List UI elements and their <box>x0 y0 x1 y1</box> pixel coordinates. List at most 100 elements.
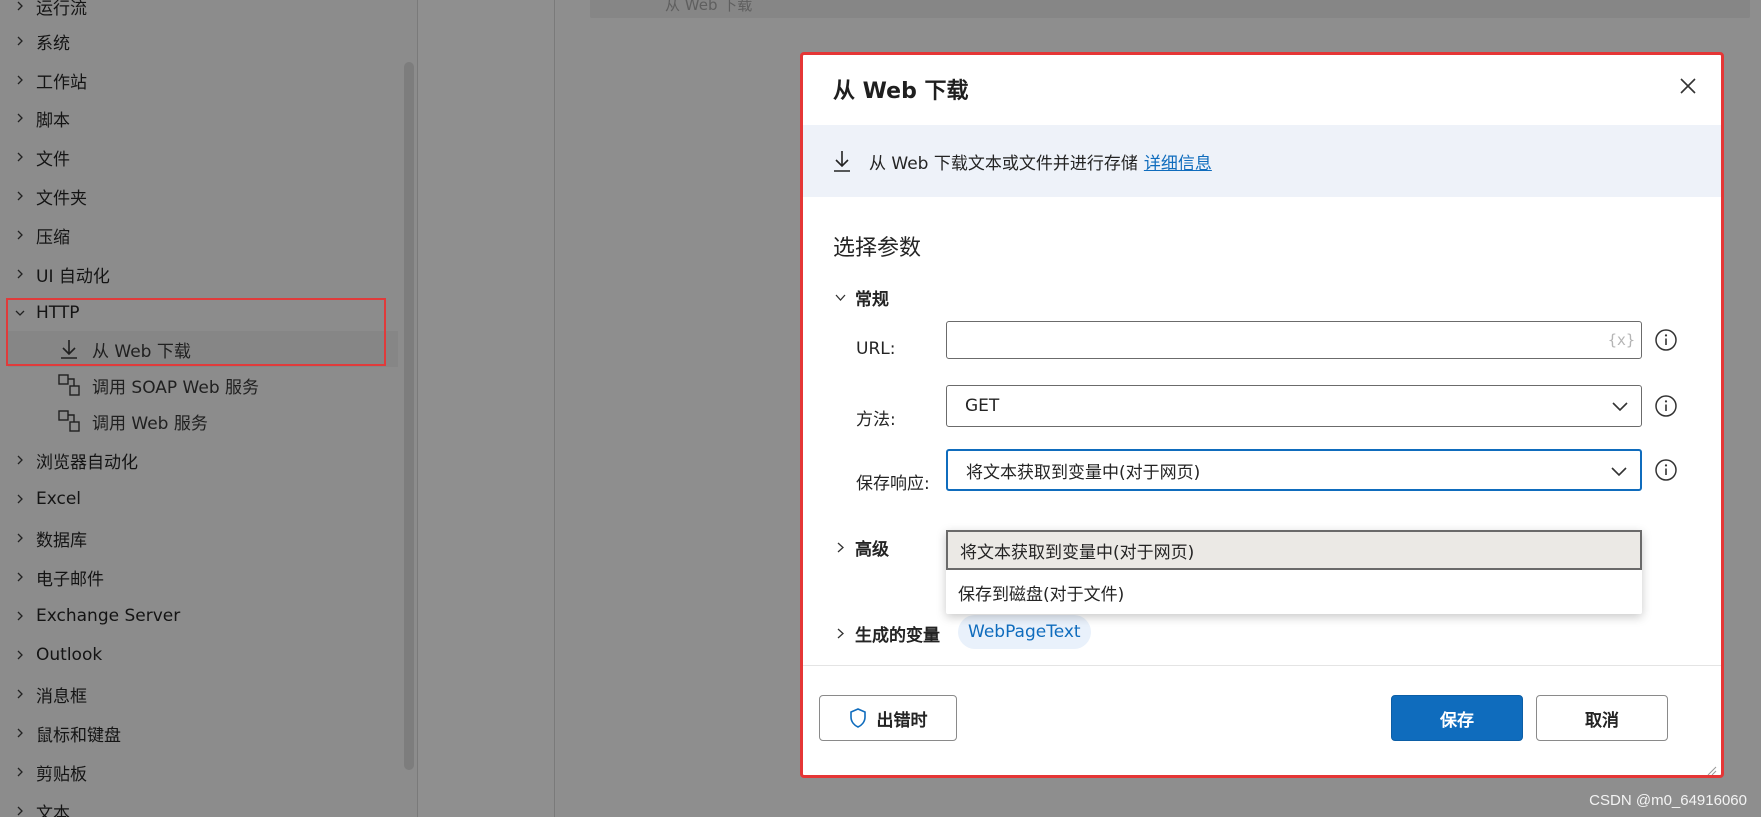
chevron-right-icon <box>12 113 28 123</box>
flow-step-label: 从 Web 下载 <box>665 0 753 14</box>
web-service-icon <box>56 408 82 434</box>
save-button[interactable]: 保存 <box>1391 695 1523 741</box>
chevron-right-icon <box>12 767 28 777</box>
download-icon <box>831 149 853 173</box>
tree-group-excel[interactable]: Excel <box>0 481 400 517</box>
on-error-button[interactable]: 出错时 <box>819 695 957 741</box>
tree-group-label: 运行流 <box>36 0 87 19</box>
tree-group-text[interactable]: 文本 <box>0 793 400 817</box>
section-title: 选择参数 <box>833 236 922 261</box>
tree-group-system[interactable]: 系统 <box>0 23 400 59</box>
chevron-right-icon <box>12 152 28 162</box>
tree-group-label: Exchange Server <box>36 606 181 626</box>
tree-group-email[interactable]: 电子邮件 <box>0 559 400 595</box>
info-icon[interactable] <box>1654 328 1678 352</box>
chevron-right-icon <box>12 533 28 543</box>
web-service-icon <box>56 372 82 398</box>
save-response-value: 将文本获取到变量中(对于网页) <box>966 462 1201 483</box>
chevron-right-icon <box>12 36 28 46</box>
tree-group-file[interactable]: 文件 <box>0 139 400 175</box>
tree-group-compression[interactable]: 压缩 <box>0 217 400 253</box>
tree-group-label: 消息框 <box>36 686 87 707</box>
chevron-right-icon <box>12 75 28 85</box>
tree-group-label: 系统 <box>36 33 70 54</box>
close-button[interactable] <box>1675 75 1701 101</box>
chevron-right-icon <box>12 1 28 11</box>
tree-group-clipboard[interactable]: 剪贴板 <box>0 754 400 790</box>
chevron-right-icon <box>12 572 28 582</box>
tree-group-label: 电子邮件 <box>36 569 104 590</box>
tree-group-label: 文本 <box>36 803 70 817</box>
action-label: 调用 Web 服务 <box>92 413 208 434</box>
tree-group-label: 浏览器自动化 <box>36 452 138 473</box>
tree-group-browser-automation[interactable]: 浏览器自动化 <box>0 442 400 478</box>
chevron-right-icon <box>12 689 28 699</box>
advanced-group-toggle[interactable]: 高级 <box>833 535 889 560</box>
watermark: CSDN @m0_64916060 <box>1589 792 1747 809</box>
save-response-dropdown[interactable]: 将文本获取到变量中(对于网页) <box>946 449 1642 491</box>
tree-group-label: 压缩 <box>36 227 70 248</box>
method-dropdown[interactable]: GET <box>946 385 1642 427</box>
info-bar: 从 Web 下载文本或文件并进行存储 详细信息 <box>803 125 1721 197</box>
tree-group-run-flow[interactable]: 运行流 <box>0 0 400 24</box>
cancel-button[interactable]: 取消 <box>1536 695 1668 741</box>
more-info-link[interactable]: 详细信息 <box>1144 149 1212 174</box>
flow-step-card[interactable] <box>590 0 1750 18</box>
tree-group-label: 剪贴板 <box>36 764 87 785</box>
tree-group-message-boxes[interactable]: 消息框 <box>0 676 400 712</box>
tree-group-label: 文件夹 <box>36 188 87 209</box>
chevron-right-icon <box>12 230 28 240</box>
variable-chip[interactable]: WebPageText <box>958 615 1091 649</box>
tree-group-label: 脚本 <box>36 110 70 131</box>
url-label: URL: <box>856 339 896 359</box>
tree-group-scripting[interactable]: 脚本 <box>0 100 400 136</box>
method-label: 方法: <box>856 410 896 430</box>
sidebar-scrollbar[interactable] <box>404 62 414 770</box>
chevron-right-icon <box>12 806 28 816</box>
dialog-title: 从 Web 下载 <box>833 79 969 104</box>
group-label: 常规 <box>855 290 889 310</box>
chevron-right-icon <box>833 542 847 553</box>
tree-group-label: 工作站 <box>36 72 87 93</box>
chevron-right-icon <box>12 728 28 738</box>
tree-group-outlook[interactable]: Outlook <box>0 637 400 673</box>
variable-picker-button[interactable]: {x} <box>1608 331 1635 349</box>
tree-group-workstation[interactable]: 工作站 <box>0 62 400 98</box>
group-label: 高级 <box>855 540 889 560</box>
tree-group-ui-automation[interactable]: UI 自动化 <box>0 256 400 292</box>
tree-group-label: 数据库 <box>36 530 87 551</box>
chevron-right-icon <box>12 191 28 201</box>
option-save-to-disk[interactable]: 保存到磁盘(对于文件) <box>946 572 1642 612</box>
chevron-down-icon <box>833 292 847 303</box>
resize-grip-icon[interactable] <box>1707 761 1717 775</box>
download-from-web-dialog: 从 Web 下载 从 Web 下载文本或文件并进行存储 详细信息 选择参数 常规… <box>800 52 1724 778</box>
actions-sidebar: 运行流 系统 工作站 脚本 文件 文件夹 压缩 UI 自动化 HTTP 从 We… <box>0 0 418 817</box>
info-icon[interactable] <box>1654 458 1678 482</box>
tree-group-label: Outlook <box>36 645 103 665</box>
tree-group-database[interactable]: 数据库 <box>0 520 400 556</box>
method-value: GET <box>965 396 1000 416</box>
tree-group-mouse-keyboard[interactable]: 鼠标和键盘 <box>0 715 400 751</box>
tree-group-exchange-server[interactable]: Exchange Server <box>0 598 400 634</box>
chevron-right-icon <box>12 455 28 465</box>
chevron-down-icon <box>1611 398 1629 416</box>
info-icon[interactable] <box>1654 394 1678 418</box>
general-group-toggle[interactable]: 常规 <box>833 285 889 310</box>
on-error-label: 出错时 <box>876 710 928 731</box>
variables-group-toggle[interactable]: 生成的变量 <box>833 621 940 646</box>
chevron-down-icon <box>1610 463 1628 481</box>
chevron-right-icon <box>12 494 28 504</box>
tree-group-label: UI 自动化 <box>36 266 110 287</box>
action-label: 调用 SOAP Web 服务 <box>92 377 260 398</box>
save-response-options: 将文本获取到变量中(对于网页) 保存到磁盘(对于文件) <box>946 530 1642 614</box>
action-invoke-soap-web-service[interactable]: 调用 SOAP Web 服务 <box>0 367 340 403</box>
tree-group-label: 鼠标和键盘 <box>36 725 121 746</box>
option-get-text-into-variable[interactable]: 将文本获取到变量中(对于网页) <box>946 530 1642 570</box>
action-invoke-web-service[interactable]: 调用 Web 服务 <box>0 403 340 439</box>
save-response-label: 保存响应: <box>856 474 930 494</box>
tree-group-label: Excel <box>36 489 82 509</box>
tree-group-folder[interactable]: 文件夹 <box>0 178 400 214</box>
tree-group-label: 文件 <box>36 149 70 170</box>
url-field[interactable]: {x} <box>946 321 1642 359</box>
middle-panel <box>419 0 555 817</box>
